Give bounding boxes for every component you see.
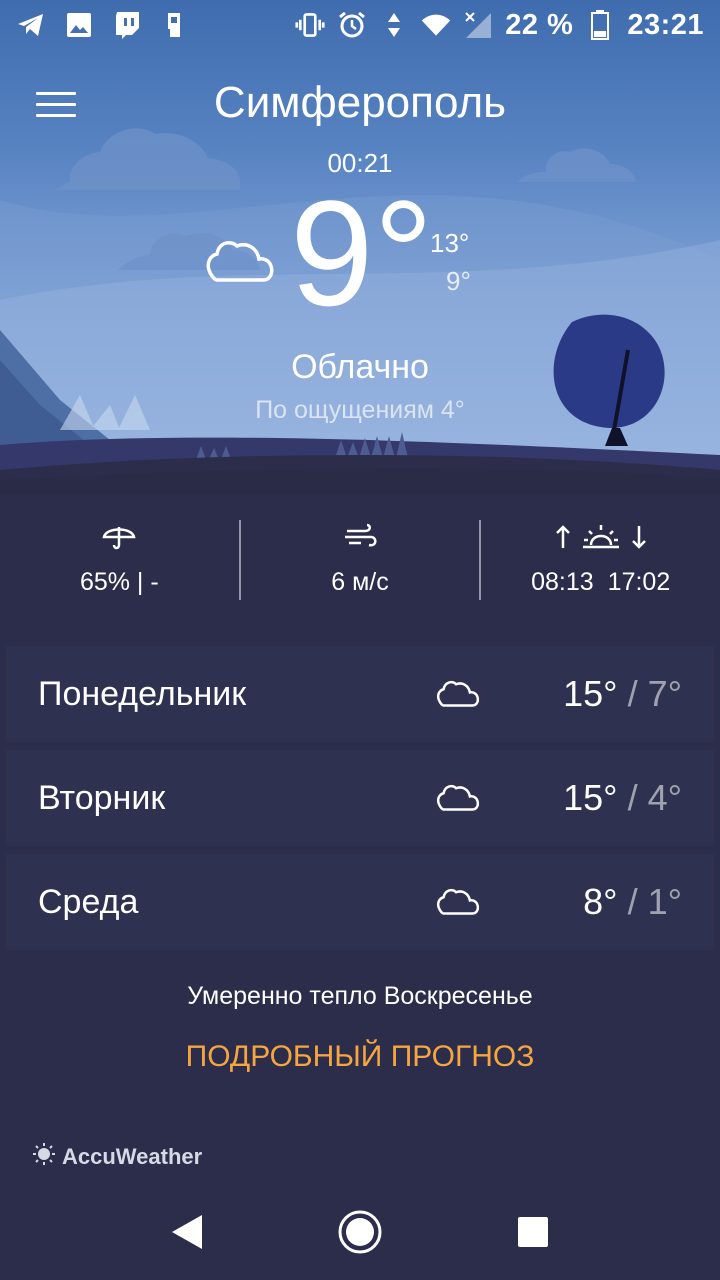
- precipitation-stat: 65% | -: [0, 518, 239, 602]
- wifi-icon: [421, 10, 451, 40]
- high-temperature: 13°: [430, 228, 470, 258]
- forecast-low: / 7°: [627, 673, 682, 714]
- home-button[interactable]: [330, 1202, 390, 1262]
- wind-icon: [343, 523, 377, 558]
- sunrise-icon: [581, 523, 621, 558]
- cloud-icon: [436, 782, 480, 817]
- sun-stat: 08:13 17:02: [481, 518, 720, 602]
- forecast-day: Понедельник: [38, 674, 247, 713]
- arrow-up-icon: [555, 524, 571, 557]
- weather-note: Умеренно тепло Воскресенье: [187, 982, 533, 1010]
- weather-stats: 65% | - 6 м/с 08:13 17:02: [0, 518, 720, 602]
- vibrate-icon: [295, 10, 325, 40]
- accuweather-logo[interactable]: AccuWeather: [32, 1142, 202, 1172]
- navigation-bar: [0, 1184, 720, 1280]
- data-arrows-icon: [379, 10, 409, 40]
- status-bar: 22 % 23:21: [0, 0, 720, 50]
- forecast-day: Среда: [38, 882, 139, 921]
- arrow-down-icon: [631, 524, 647, 557]
- forecast-row[interactable]: Понедельник 15° / 7°: [6, 646, 714, 742]
- battery-icon: [585, 10, 615, 40]
- precipitation-value: 65% | -: [79, 568, 159, 596]
- status-time: 23:21: [627, 8, 704, 41]
- forecast-low: / 1°: [627, 881, 682, 922]
- forecast-high: 15°: [563, 777, 618, 818]
- wind-stat: 6 м/с: [241, 518, 480, 602]
- cloud-icon: [436, 678, 480, 713]
- sunrise-time: 08:13: [531, 568, 594, 596]
- brand-name: AccuWeather: [62, 1144, 203, 1169]
- image-icon: [64, 10, 94, 40]
- battery-percent: 22 %: [505, 8, 574, 41]
- current-temperature: 9°: [290, 169, 434, 337]
- forecast-high: 8°: [583, 881, 618, 922]
- weather-hero: 22 % 23:21 Симферополь 00:21 9° 13° 9° О…: [0, 0, 720, 495]
- sun-logo-icon: [32, 1142, 56, 1172]
- alarm-icon: [337, 10, 367, 40]
- forecast-day: Вторник: [38, 778, 166, 817]
- sunset-time: 17:02: [607, 568, 671, 596]
- forecast-temps: 15° / 7°: [563, 673, 682, 715]
- forecast-low: / 4°: [627, 777, 682, 818]
- telegram-icon: [16, 10, 46, 40]
- cloud-icon: [436, 886, 480, 921]
- recents-button[interactable]: [503, 1202, 563, 1262]
- twitch-icon: [112, 10, 142, 40]
- forecast-row[interactable]: Вторник 15° / 4°: [6, 750, 714, 846]
- signal-icon: [463, 10, 493, 40]
- feels-like-text: По ощущениям 4°: [255, 396, 465, 424]
- sim-icon: [160, 10, 190, 40]
- detailed-forecast-button[interactable]: ПОДРОБНЫЙ ПРОГНОЗ: [0, 1040, 720, 1074]
- forecast-high: 15°: [563, 673, 618, 714]
- wind-value: 6 м/с: [331, 568, 389, 596]
- umbrella-icon: [102, 523, 136, 558]
- back-button[interactable]: [157, 1202, 217, 1262]
- forecast-temps: 15° / 4°: [563, 777, 682, 819]
- forecast-row[interactable]: Среда 8° / 1°: [6, 854, 714, 950]
- forecast-temps: 8° / 1°: [583, 881, 682, 923]
- condition-text: Облачно: [291, 348, 429, 386]
- low-temperature: 9°: [446, 266, 471, 296]
- cloud-icon: [205, 236, 275, 289]
- city-name[interactable]: Симферополь: [0, 78, 720, 128]
